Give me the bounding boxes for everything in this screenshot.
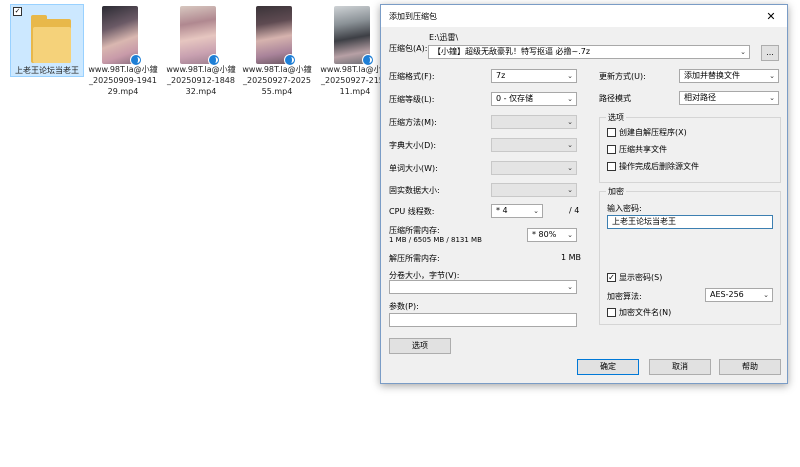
chevron-down-icon: ⌄	[763, 291, 769, 299]
close-icon[interactable]: ✕	[763, 10, 779, 23]
encrypt-names-label: 加密文件名(N)	[619, 308, 672, 317]
cpu-total: / 4	[569, 206, 580, 215]
format-select[interactable]: 7z ⌄	[491, 69, 577, 83]
word-select: ⌄	[491, 161, 577, 175]
ok-button[interactable]: 确定	[577, 359, 639, 375]
chevron-down-icon: ⌄	[740, 48, 746, 56]
chevron-down-icon: ⌄	[567, 164, 573, 172]
shared-label: 压缩共享文件	[619, 145, 667, 154]
level-select[interactable]: 0 - 仅存储 ⌄	[491, 92, 577, 106]
sfx-checkbox[interactable]: 创建自解压程序(X)	[607, 127, 687, 138]
level-label: 压缩等级(L):	[389, 95, 435, 104]
chevron-down-icon: ⌄	[567, 186, 573, 194]
path-mode-value: 相对路径	[684, 93, 716, 102]
chevron-down-icon: ⌄	[769, 72, 775, 80]
archive-path: E:\迅雷\	[429, 33, 459, 42]
method-label: 压缩方法(M):	[389, 118, 437, 127]
password-input[interactable]: 上老王论坛当老王	[607, 215, 773, 229]
encrypt-method-select[interactable]: AES-256 ⌄	[705, 288, 773, 302]
delete-source-checkbox[interactable]: 操作完成后删除源文件	[607, 161, 699, 172]
encrypt-names-checkbox[interactable]: 加密文件名(N)	[607, 307, 671, 318]
chevron-down-icon: ⌄	[567, 118, 573, 126]
dialog-title: 添加到压缩包	[389, 11, 437, 21]
mem-comp-detail: 1 MB / 6505 MB / 8131 MB	[389, 236, 482, 244]
cpu-label: CPU 线程数:	[389, 207, 435, 216]
sync-badge-icon	[130, 54, 142, 66]
chevron-down-icon: ⌄	[533, 207, 539, 215]
folder-item[interactable]: ✓ 上老王论坛当老王	[10, 4, 84, 77]
mem-comp-value: * 80%	[532, 230, 557, 239]
params-label: 参数(P):	[389, 302, 419, 311]
dialog-titlebar[interactable]: 添加到压缩包 ✕	[381, 5, 787, 27]
encrypt-method-value: AES-256	[710, 290, 744, 299]
options-button[interactable]: 选项	[389, 338, 451, 354]
solid-label: 固实数据大小:	[389, 186, 440, 195]
show-password-checkbox[interactable]: ✓ 显示密码(S)	[607, 272, 662, 283]
archive-name-value: 【小鐘】超级无敌豪乳！特写抠逼 必撸~.7z	[433, 47, 591, 56]
mem-comp-select[interactable]: * 80% ⌄	[527, 228, 577, 242]
file-name: 上老王论坛当老王	[15, 66, 79, 75]
split-size-select[interactable]: ⌄	[389, 280, 577, 294]
archive-name-combo[interactable]: 【小鐘】超级无敌豪乳！特写抠逼 必撸~.7z ⌄	[428, 45, 750, 59]
video-file-item[interactable]: www.98T.la@小鐘_20250927-202555.mp4	[240, 4, 314, 97]
video-file-item[interactable]: www.98T.la@小鐘_20250912-184832.mp4	[164, 4, 238, 97]
file-name: www.98T.la@小鐘_20250912-184832.mp4	[166, 65, 236, 96]
update-value: 添加并替换文件	[684, 71, 740, 80]
chevron-down-icon: ⌄	[567, 141, 573, 149]
cpu-value: * 4	[496, 206, 508, 215]
chevron-down-icon: ⌄	[769, 94, 775, 102]
sfx-label: 创建自解压程序(X)	[619, 128, 687, 137]
solid-select: ⌄	[491, 183, 577, 197]
shared-checkbox[interactable]: 压缩共享文件	[607, 144, 667, 155]
mem-decomp-value: 1 MB	[561, 253, 582, 262]
path-mode-label: 路径模式	[599, 94, 631, 103]
options-group-title: 选项	[606, 112, 626, 123]
folder-icon	[31, 15, 71, 63]
update-select[interactable]: 添加并替换文件 ⌄	[679, 69, 779, 83]
update-label: 更新方式(U):	[599, 72, 646, 81]
file-name: www.98T.la@小鐘_20250927-202555.mp4	[242, 65, 312, 96]
params-input[interactable]	[389, 313, 577, 327]
chevron-down-icon: ⌄	[567, 231, 573, 239]
add-to-archive-dialog: 添加到压缩包 ✕ 压缩包(A): E:\迅雷\ 【小鐘】超级无敌豪乳！特写抠逼 …	[380, 4, 788, 384]
video-file-item[interactable]: www.98T.la@小鐘_20250909-194129.mp4	[86, 4, 160, 97]
file-name: www.98T.la@小鐘_20250909-194129.mp4	[88, 65, 158, 96]
path-mode-select[interactable]: 相对路径 ⌄	[679, 91, 779, 105]
chevron-down-icon: ⌄	[567, 283, 573, 291]
cpu-select[interactable]: * 4 ⌄	[491, 204, 543, 218]
encryption-group-title: 加密	[606, 186, 626, 197]
encrypt-method-label: 加密算法:	[607, 292, 642, 301]
archive-label: 压缩包(A):	[389, 44, 428, 53]
mem-decomp-label: 解压所需内存:	[389, 254, 440, 263]
chevron-down-icon: ⌄	[567, 95, 573, 103]
cancel-button[interactable]: 取消	[649, 359, 711, 375]
select-checkbox[interactable]: ✓	[13, 7, 22, 16]
sync-badge-icon	[362, 54, 374, 66]
level-value: 0 - 仅存储	[496, 94, 534, 103]
format-label: 压缩格式(F):	[389, 72, 435, 81]
password-label: 输入密码:	[607, 204, 642, 213]
word-label: 单词大小(W):	[389, 164, 438, 173]
mem-comp-label: 压缩所需内存:	[389, 226, 440, 235]
dict-select: ⌄	[491, 138, 577, 152]
method-select: ⌄	[491, 115, 577, 129]
dict-label: 字典大小(D):	[389, 141, 437, 150]
chevron-down-icon: ⌄	[567, 72, 573, 80]
show-password-label: 显示密码(S)	[619, 273, 663, 282]
browse-button[interactable]: ...	[761, 45, 779, 61]
format-value: 7z	[496, 71, 506, 80]
delete-source-label: 操作完成后删除源文件	[619, 162, 699, 171]
help-button[interactable]: 帮助	[719, 359, 781, 375]
sync-badge-icon	[208, 54, 220, 66]
sync-badge-icon	[284, 54, 296, 66]
